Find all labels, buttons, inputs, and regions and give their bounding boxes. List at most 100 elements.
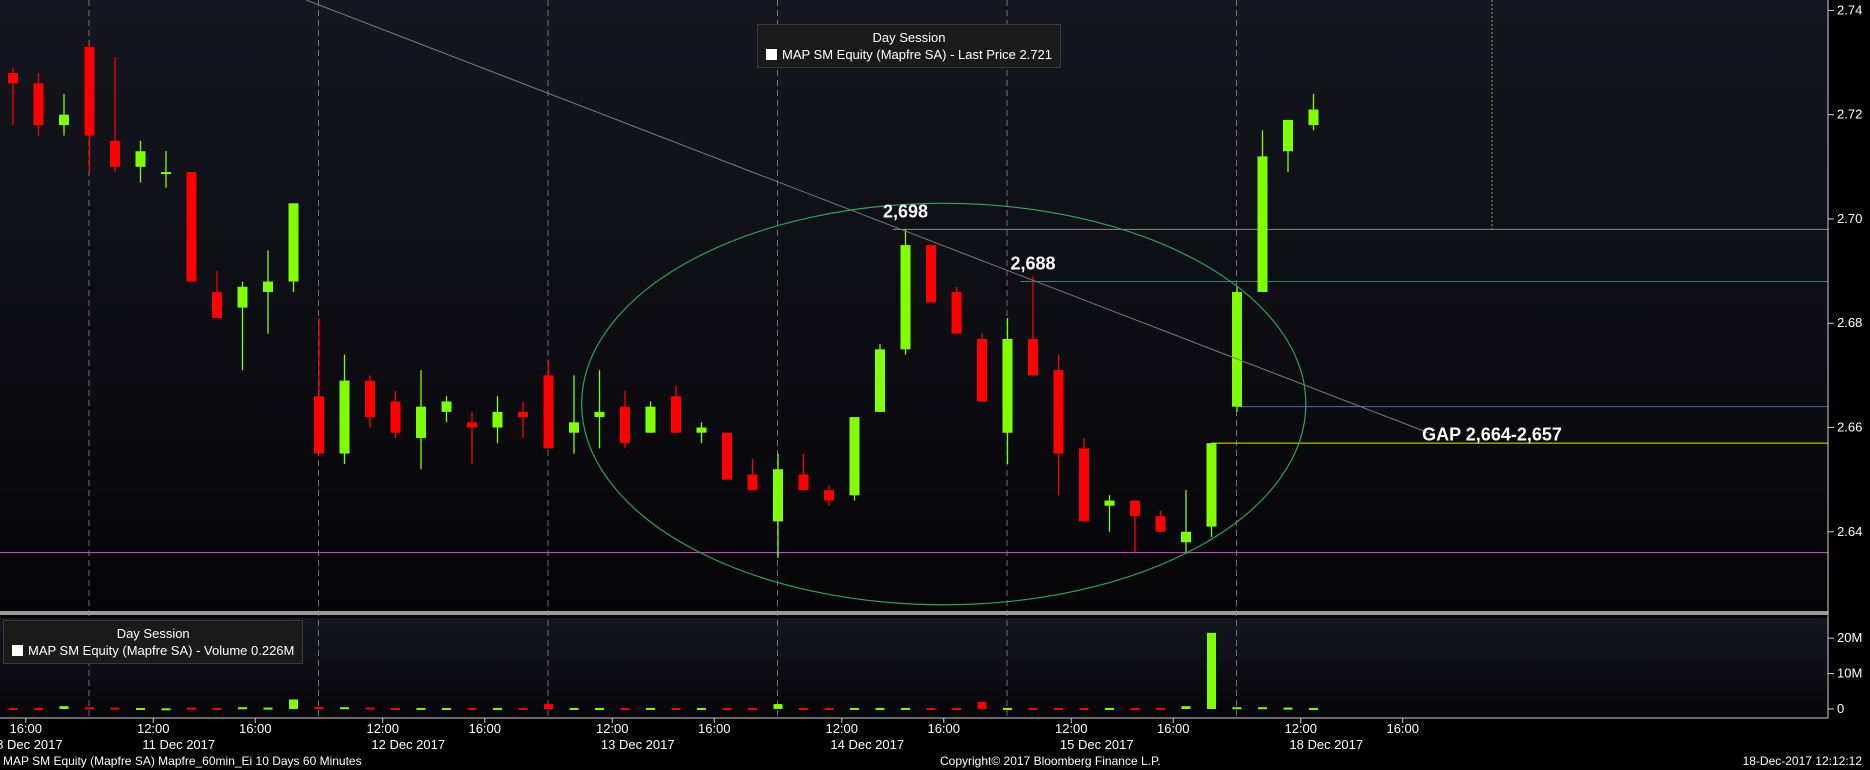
candle-body — [773, 469, 783, 522]
candle-body — [696, 427, 707, 433]
volume-bar — [926, 707, 936, 710]
volume-bar — [1309, 707, 1318, 710]
candle — [926, 245, 936, 303]
candle-body — [1155, 516, 1166, 532]
candle — [288, 203, 299, 292]
volume-bar — [442, 707, 451, 710]
volume-bar — [824, 707, 834, 710]
candle-body — [237, 286, 248, 308]
candle-body — [645, 406, 656, 433]
volume-bar — [136, 707, 145, 710]
volume-bar — [34, 707, 43, 710]
candle-body — [467, 422, 477, 428]
price-tick-label: 2.70 — [1837, 211, 1862, 226]
candle-body — [365, 380, 375, 418]
date-tick-label: 13 Dec 2017 — [601, 737, 675, 752]
candle-body — [84, 46, 95, 136]
volume-bar — [8, 707, 18, 710]
volume-bar — [340, 707, 349, 710]
volume-bar — [748, 707, 757, 710]
volume-bar — [569, 707, 579, 710]
candle-body — [1104, 500, 1115, 506]
annotation-label: GAP 2,664-2,657 — [1422, 425, 1562, 445]
candle — [951, 286, 962, 334]
candle-body — [747, 474, 758, 491]
volume-bar — [620, 707, 630, 710]
candle — [977, 333, 987, 402]
candle-body — [1232, 291, 1242, 407]
time-tick-label: 12:00 — [1284, 721, 1317, 736]
time-tick-label: 16:00 — [927, 721, 960, 736]
candle-body — [569, 422, 579, 433]
volume-bar — [1003, 707, 1012, 710]
volume-bar — [1156, 707, 1165, 710]
date-tick-label: 15 Dec 2017 — [1060, 737, 1134, 752]
candle-body — [1053, 370, 1064, 454]
volume-bar — [1105, 707, 1114, 710]
candle-body — [620, 406, 630, 444]
candle-body — [492, 411, 503, 428]
volume-bar — [161, 708, 171, 711]
volume-bar — [59, 706, 69, 709]
candle-body — [875, 349, 885, 412]
date-tick-label: 08 Dec 2017 — [0, 737, 63, 752]
candle-body — [926, 245, 936, 303]
candle-body — [288, 203, 299, 282]
volume-bar — [977, 701, 987, 709]
time-tick-label: 16:00 — [468, 721, 501, 736]
candle-body — [1079, 448, 1089, 522]
volume-bar — [1028, 707, 1038, 710]
time-tick-label: 16:00 — [239, 721, 272, 736]
volume-bar — [365, 707, 375, 710]
date-tick-label: 11 Dec 2017 — [142, 737, 215, 752]
volume-bar — [1054, 707, 1063, 710]
volume-legend: Day Session MAP SM Equity (Mapfre SA) - … — [3, 620, 304, 664]
candle-body — [671, 396, 681, 433]
time-tick-label: 12:00 — [137, 721, 170, 736]
candle — [1079, 437, 1089, 522]
price-legend: Day Session MAP SM Equity (Mapfre SA) - … — [757, 24, 1061, 68]
candle-body — [722, 432, 732, 480]
time-tick-label: 16:00 — [698, 721, 731, 736]
volume-bar — [416, 707, 426, 710]
candle-body — [977, 338, 987, 402]
volume-bar — [1207, 632, 1216, 709]
candle-body — [416, 406, 426, 438]
candle-body — [849, 417, 860, 496]
candle-body — [135, 151, 146, 167]
volume-bar — [314, 706, 324, 709]
time-tick-label: 16:00 — [1157, 721, 1190, 736]
price-panel-bg — [0, 0, 1828, 610]
volume-bar — [85, 707, 94, 710]
time-tick-label: 12:00 — [366, 721, 399, 736]
candle — [1206, 443, 1217, 538]
volume-legend-title: Day Session — [116, 626, 190, 641]
candle — [1232, 286, 1242, 412]
price-tick-label: 2.68 — [1837, 315, 1862, 330]
footer-center: Copyright© 2017 Bloomberg Finance L.P. — [940, 754, 1161, 768]
candle-body — [8, 72, 18, 84]
candle-body — [110, 140, 120, 167]
candle — [900, 229, 911, 355]
candle-body — [1308, 109, 1319, 126]
volume-bar — [493, 707, 502, 710]
volume-bar — [646, 707, 655, 710]
date-tick-label: 12 Dec 2017 — [371, 737, 445, 752]
price-tick-label: 2.74 — [1837, 2, 1862, 17]
volume-bar — [187, 707, 196, 710]
candle-body — [1181, 531, 1191, 543]
footer-left: MAP SM Equity (Mapfre SA) Mapfre_60min_E… — [3, 754, 362, 768]
volume-bar — [773, 704, 783, 709]
volume-bar — [850, 707, 859, 710]
price-tick-label: 2.72 — [1837, 107, 1862, 122]
time-tick-label: 12:00 — [825, 721, 858, 736]
candle-body — [441, 401, 452, 412]
candle — [186, 172, 197, 282]
candle-body — [59, 114, 69, 126]
price-legend-series: MAP SM Equity (Mapfre SA) - Last Price 2… — [782, 47, 1052, 62]
volume-tick-label: 0 — [1837, 701, 1844, 716]
annotation-label: 2,688 — [1010, 254, 1055, 274]
candle-body — [824, 490, 834, 501]
price-legend-title: Day Session — [872, 30, 946, 45]
candle-body — [186, 172, 197, 282]
